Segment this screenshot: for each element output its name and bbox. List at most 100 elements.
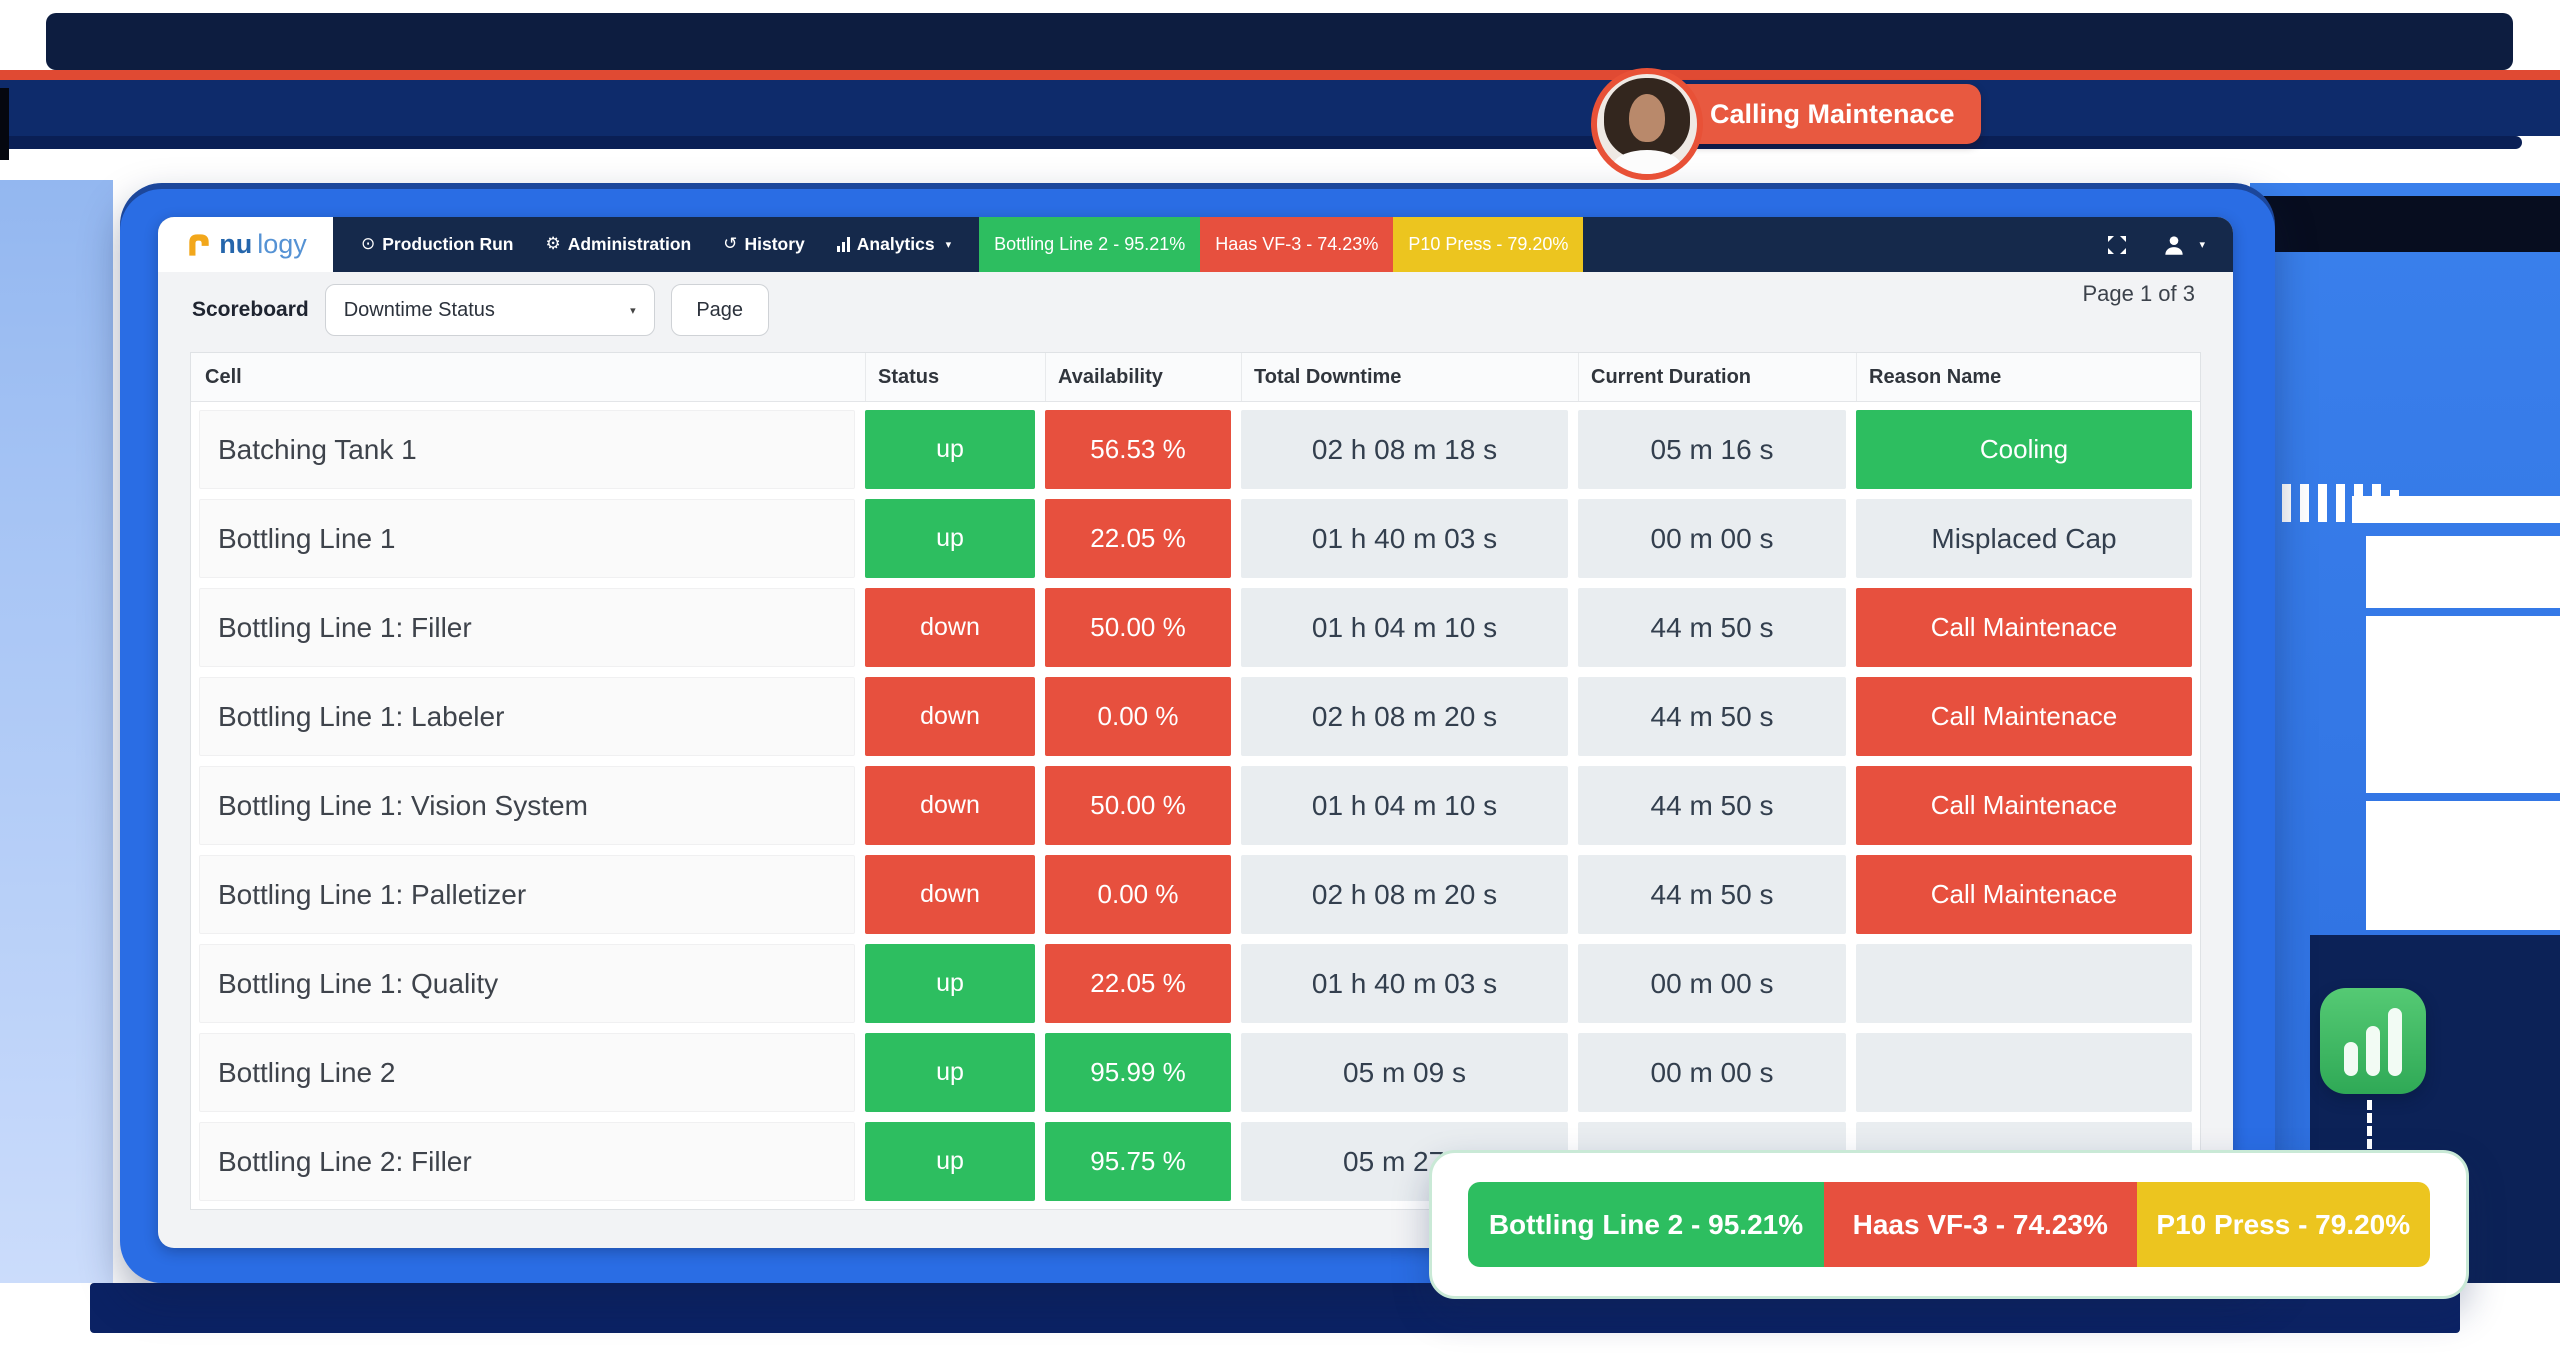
cell-name: Bottling Line 1: Labeler xyxy=(199,677,855,756)
reason-cell: Call Maintenace xyxy=(1856,766,2192,845)
decor-left-notch xyxy=(0,88,9,160)
table-row: Bottling Line 2up95.99 %05 m 09 s00 m 00… xyxy=(199,1033,2192,1112)
total-downtime-cell: 01 h 40 m 03 s xyxy=(1241,944,1568,1023)
scoreboard-toolbar: Scoreboard Downtime Status ▾ Page xyxy=(158,272,2233,346)
history-icon: ↺ xyxy=(723,236,737,253)
decor-white-row xyxy=(2366,616,2560,793)
nav-chip-p10-press[interactable]: P10 Press - 79.20% xyxy=(1393,217,1583,272)
nav-item-administration[interactable]: ⚙ Administration xyxy=(545,234,691,255)
nav-chip-bottling-line-2[interactable]: Bottling Line 2 - 95.21% xyxy=(979,217,1200,272)
cell-name: Bottling Line 1 xyxy=(199,499,855,578)
app-navbar: nulogy ⊙ Production Run ⚙ Administration… xyxy=(158,217,2233,272)
view-select-value: Downtime Status xyxy=(344,299,495,322)
nav-status-chips: Bottling Line 2 - 95.21% Haas VF-3 - 74.… xyxy=(979,217,1583,272)
reason-cell: Call Maintenace xyxy=(1856,855,2192,934)
status-cell: down xyxy=(865,766,1035,845)
current-duration-cell: 05 m 16 s xyxy=(1578,410,1846,489)
table-row: Bottling Line 1: Vision Systemdown50.00 … xyxy=(199,766,2192,845)
expand-icon[interactable] xyxy=(2105,233,2129,257)
current-duration-cell: 00 m 00 s xyxy=(1578,1033,1846,1112)
reason-cell: Call Maintenace xyxy=(1856,588,2192,667)
availability-cell: 22.05 % xyxy=(1045,499,1231,578)
gear-icon: ⚙ xyxy=(545,236,560,253)
nav-label: Production Run xyxy=(382,234,513,255)
logo-text-nu: nu xyxy=(219,229,252,260)
production-run-icon: ⊙ xyxy=(361,236,375,253)
pagination-status: Page 1 of 3 xyxy=(2082,281,2195,307)
decor-top-band xyxy=(46,13,2513,70)
current-duration-cell: 44 m 50 s xyxy=(1578,855,1846,934)
page-button[interactable]: Page xyxy=(671,284,769,336)
chevron-down-icon: ▾ xyxy=(630,304,636,317)
decor-white-bar xyxy=(2352,496,2560,523)
user-icon xyxy=(2161,232,2187,258)
reason-cell: Misplaced Cap xyxy=(1856,499,2192,578)
status-summary-bar: Bottling Line 2 - 95.21% Haas VF-3 - 74.… xyxy=(1468,1182,2430,1267)
column-header-reason-name: Reason Name xyxy=(1856,353,2192,401)
nav-item-history[interactable]: ↺ History xyxy=(723,234,805,255)
reason-cell xyxy=(1856,944,2192,1023)
current-duration-cell: 44 m 50 s xyxy=(1578,588,1846,667)
summary-chip-p10-press[interactable]: P10 Press - 79.20% xyxy=(2137,1182,2430,1267)
analytics-bars-icon xyxy=(837,237,850,252)
total-downtime-cell: 05 m 09 s xyxy=(1241,1033,1568,1112)
view-select[interactable]: Downtime Status ▾ xyxy=(325,284,655,336)
total-downtime-cell: 02 h 08 m 20 s xyxy=(1241,855,1568,934)
status-cell: up xyxy=(865,944,1035,1023)
scoreboard-label: Scoreboard xyxy=(192,298,309,322)
nulogy-logo-icon xyxy=(184,230,214,260)
marketing-canvas: Calling Maintenace nulogy ⊙ Production R… xyxy=(0,0,2560,1364)
table-row: Bottling Line 1: Qualityup22.05 %01 h 40… xyxy=(199,944,2192,1023)
status-cell: up xyxy=(865,499,1035,578)
total-downtime-cell: 02 h 08 m 20 s xyxy=(1241,677,1568,756)
table-header-row: Cell Status Availability Total Downtime … xyxy=(191,353,2200,402)
column-header-status: Status xyxy=(865,353,1035,401)
nulogy-logo[interactable]: nulogy xyxy=(158,217,333,272)
availability-cell: 22.05 % xyxy=(1045,944,1231,1023)
cell-name: Bottling Line 2: Filler xyxy=(199,1122,855,1201)
status-cell: down xyxy=(865,588,1035,667)
status-cell: up xyxy=(865,1122,1035,1201)
decor-navy-band xyxy=(0,80,2560,136)
decor-white-row xyxy=(2366,801,2560,930)
current-duration-cell: 00 m 00 s xyxy=(1578,499,1846,578)
availability-cell: 95.99 % xyxy=(1045,1033,1231,1112)
table-row: Bottling Line 1: Palletizerdown0.00 %02 … xyxy=(199,855,2192,934)
availability-cell: 50.00 % xyxy=(1045,588,1231,667)
table-body: Batching Tank 1up56.53 %02 h 08 m 18 s05… xyxy=(191,402,2200,1209)
status-cell: up xyxy=(865,410,1035,489)
summary-chip-bottling-line-2[interactable]: Bottling Line 2 - 95.21% xyxy=(1468,1182,1824,1267)
total-downtime-cell: 01 h 04 m 10 s xyxy=(1241,588,1568,667)
table-row: Bottling Line 1: Labelerdown0.00 %02 h 0… xyxy=(199,677,2192,756)
status-cell: up xyxy=(865,1033,1035,1112)
nav-chip-haas-vf3[interactable]: Haas VF-3 - 74.23% xyxy=(1200,217,1393,272)
availability-cell: 56.53 % xyxy=(1045,410,1231,489)
cell-name: Bottling Line 1: Quality xyxy=(199,944,855,1023)
reason-cell: Cooling xyxy=(1856,410,2192,489)
cell-name: Bottling Line 1: Palletizer xyxy=(199,855,855,934)
nav-label: Analytics xyxy=(857,234,935,255)
decor-right-notch xyxy=(2263,196,2560,252)
avatar-shirt xyxy=(1613,150,1681,180)
decor-navy-thin-band xyxy=(0,136,2522,149)
status-summary-card: Bottling Line 2 - 95.21% Haas VF-3 - 74.… xyxy=(1429,1150,2469,1299)
availability-cell: 95.75 % xyxy=(1045,1122,1231,1201)
bar-chart-glyph xyxy=(2344,1006,2402,1076)
reason-cell xyxy=(1856,1033,2192,1112)
avatar-face xyxy=(1629,94,1665,142)
nav-label: History xyxy=(744,234,804,255)
total-downtime-cell: 01 h 04 m 10 s xyxy=(1241,766,1568,845)
decor-red-line xyxy=(0,70,2560,80)
summary-chip-haas-vf3[interactable]: Haas VF-3 - 74.23% xyxy=(1824,1182,2137,1267)
current-duration-cell: 00 m 00 s xyxy=(1578,944,1846,1023)
nav-item-analytics[interactable]: Analytics ▾ xyxy=(837,234,951,255)
nav-items: ⊙ Production Run ⚙ Administration ↺ Hist… xyxy=(333,217,979,272)
user-menu[interactable]: ▾ xyxy=(2161,232,2205,258)
table-row: Bottling Line 1: Fillerdown50.00 %01 h 0… xyxy=(199,588,2192,667)
current-duration-cell: 44 m 50 s xyxy=(1578,677,1846,756)
total-downtime-cell: 01 h 40 m 03 s xyxy=(1241,499,1568,578)
status-cell: down xyxy=(865,677,1035,756)
nav-item-production-run[interactable]: ⊙ Production Run xyxy=(361,234,513,255)
nav-right-icons: ▾ xyxy=(2105,217,2233,272)
status-cell: down xyxy=(865,855,1035,934)
